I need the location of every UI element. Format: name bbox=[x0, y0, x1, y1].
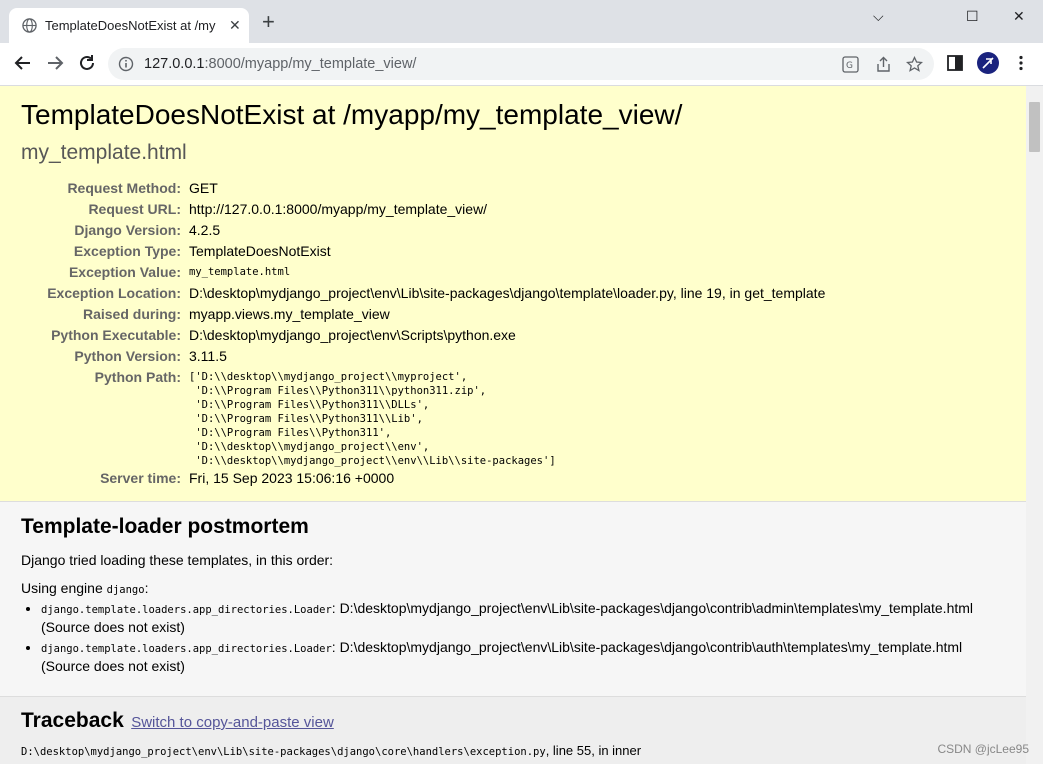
python-path-list: ['D:\\desktop\\mydjango_project\\myproje… bbox=[189, 371, 556, 467]
row-label: Python Version: bbox=[74, 348, 181, 364]
error-subtitle: my_template.html bbox=[21, 141, 187, 164]
restore-button[interactable]: ☐ bbox=[966, 8, 979, 25]
scrollbar-thumb[interactable] bbox=[1029, 102, 1040, 152]
table-row: Python Version: 3.11.5 bbox=[21, 346, 825, 367]
row-label: Django Version: bbox=[74, 222, 181, 238]
table-row: Request URL: http://127.0.0.1:8000/myapp/… bbox=[21, 199, 825, 220]
switch-view-link[interactable]: Switch to copy-and-paste view bbox=[131, 714, 334, 731]
row-value: ['D:\\desktop\\mydjango_project\\myproje… bbox=[189, 367, 825, 468]
list-item: django.template.loaders.app_directories.… bbox=[41, 600, 1005, 636]
table-row: Python Executable: D:\desktop\mydjango_pr… bbox=[21, 325, 825, 346]
svg-text:G: G bbox=[846, 61, 853, 71]
bookmark-star-icon[interactable] bbox=[906, 56, 923, 73]
row-label: Raised during: bbox=[82, 306, 181, 322]
menu-kebab-icon[interactable] bbox=[1012, 54, 1030, 72]
forward-icon[interactable] bbox=[44, 52, 66, 74]
url-text: 127.0.0.1:8000/myapp/my_template_view/ bbox=[144, 56, 417, 72]
row-label: Request Method: bbox=[67, 180, 181, 196]
back-icon[interactable] bbox=[12, 52, 34, 74]
browser-toolbar: 127.0.0.1:8000/myapp/my_template_view/ G bbox=[0, 43, 1043, 86]
row-value: myapp.views.my_template_view bbox=[189, 306, 390, 322]
site-info-icon[interactable] bbox=[118, 56, 134, 72]
error-summary: TemplateDoesNotExist at /myapp/my_templa… bbox=[0, 86, 1026, 502]
table-row: Python Path: ['D:\\desktop\\mydjango_proj… bbox=[21, 367, 825, 468]
row-value: 4.2.5 bbox=[189, 222, 221, 238]
template-loader-postmortem: Template-loader postmortem Django tried … bbox=[0, 502, 1026, 697]
watermark: CSDN @jcLee95 bbox=[937, 742, 1029, 756]
reload-icon[interactable] bbox=[76, 52, 98, 74]
row-value: D:\desktop\mydjango_project\env\Scripts\… bbox=[189, 327, 516, 343]
page-viewport: TemplateDoesNotExist at /myapp/my_templa… bbox=[0, 86, 1026, 764]
table-row: Django Version: 4.2.5 bbox=[21, 220, 825, 241]
row-value: TemplateDoesNotExist bbox=[189, 243, 331, 259]
request-info-table: Request Method: GET Request URL: http://12… bbox=[21, 178, 825, 489]
tab-strip: TemplateDoesNotExist at /my ✕ + ⌵ ☐ ✕ bbox=[0, 0, 1043, 43]
traceback-frame[interactable]: D:\desktop\mydjango_project\env\Lib\site… bbox=[21, 743, 1005, 758]
table-row: Server time: Fri, 15 Sep 2023 15:06:16 +0… bbox=[21, 468, 825, 489]
table-row: Raised during: myapp.views.my_template_vi… bbox=[21, 304, 825, 325]
window-close-button[interactable]: ✕ bbox=[1013, 8, 1025, 25]
tab-title: TemplateDoesNotExist at /my bbox=[45, 18, 216, 33]
minimize-button[interactable]: ⌵ bbox=[873, 8, 884, 25]
vertical-scrollbar[interactable] bbox=[1026, 86, 1043, 764]
translate-icon[interactable]: G bbox=[842, 56, 859, 73]
new-tab-button[interactable]: + bbox=[262, 11, 275, 33]
traceback-section: Traceback Switch to copy-and-paste view … bbox=[0, 697, 1026, 764]
section-heading: Traceback bbox=[21, 709, 124, 732]
section-heading: Template-loader postmortem bbox=[21, 515, 309, 538]
browser-tab[interactable]: TemplateDoesNotExist at /my ✕ bbox=[9, 8, 249, 43]
error-title: TemplateDoesNotExist at /myapp/my_templa… bbox=[21, 99, 683, 130]
row-value: http://127.0.0.1:8000/myapp/my_template_… bbox=[189, 201, 488, 217]
row-label: Server time: bbox=[100, 470, 181, 486]
profile-avatar[interactable] bbox=[977, 52, 999, 74]
row-value: D:\desktop\mydjango_project\env\Lib\site… bbox=[189, 285, 826, 301]
table-row: Exception Location: D:\desktop\mydjango_p… bbox=[21, 283, 825, 304]
globe-icon bbox=[22, 18, 37, 33]
side-panel-icon[interactable] bbox=[946, 54, 964, 72]
row-label: Python Path: bbox=[94, 369, 181, 385]
engine-line: Using engine django: bbox=[21, 580, 149, 596]
row-value: GET bbox=[189, 180, 218, 196]
row-value: my_template.html bbox=[189, 266, 291, 278]
table-row: Exception Value: my_template.html bbox=[21, 262, 825, 283]
row-label: Exception Value: bbox=[68, 264, 181, 280]
table-row: Exception Type: TemplateDoesNotExist bbox=[21, 241, 825, 262]
table-row: Request Method: GET bbox=[21, 178, 825, 199]
row-value: Fri, 15 Sep 2023 15:06:16 +0000 bbox=[189, 470, 395, 486]
address-bar[interactable]: 127.0.0.1:8000/myapp/my_template_view/ G bbox=[108, 48, 934, 80]
row-label: Request URL: bbox=[88, 201, 181, 217]
row-label: Python Executable: bbox=[51, 327, 181, 343]
loader-list: django.template.loaders.app_directories.… bbox=[21, 600, 1005, 675]
row-label: Exception Location: bbox=[47, 285, 181, 301]
postmortem-intro: Django tried loading these templates, in… bbox=[21, 552, 334, 568]
tab-close-icon[interactable]: ✕ bbox=[229, 18, 241, 32]
list-item: django.template.loaders.app_directories.… bbox=[41, 639, 1005, 675]
share-icon[interactable] bbox=[875, 56, 892, 73]
row-label: Exception Type: bbox=[73, 243, 181, 259]
row-value: 3.11.5 bbox=[189, 348, 227, 364]
